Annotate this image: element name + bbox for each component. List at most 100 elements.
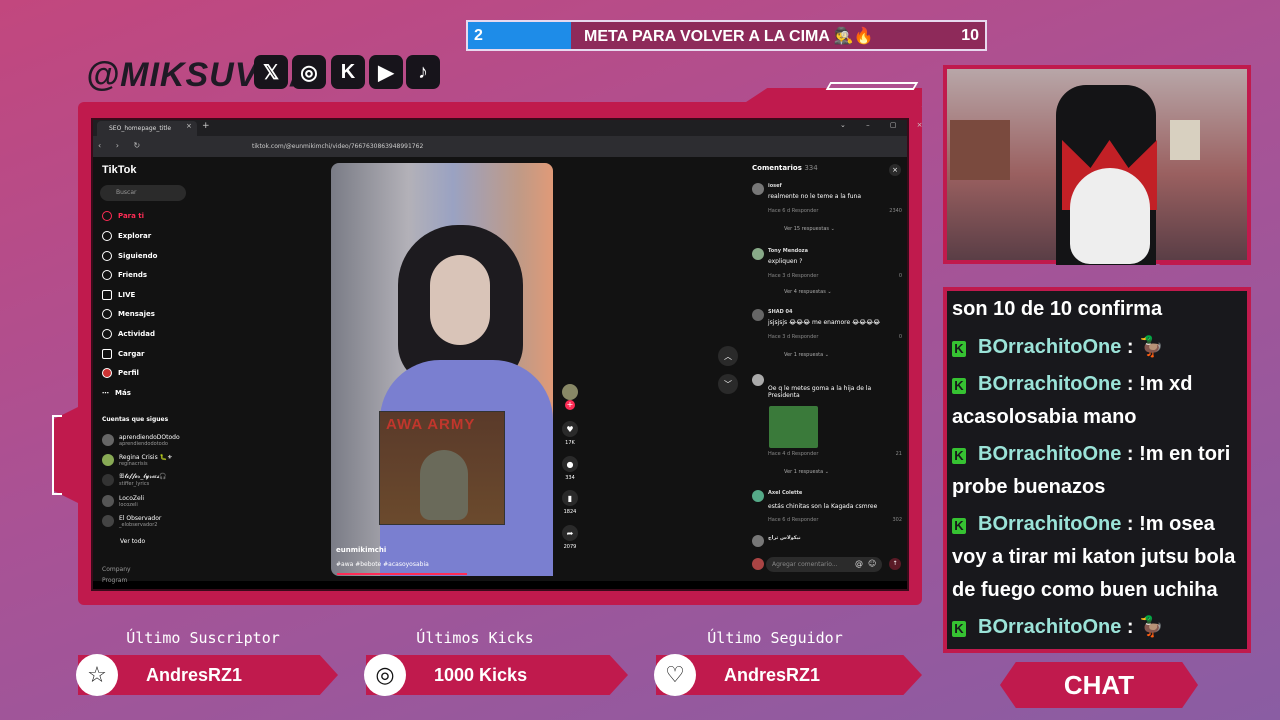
comment-item: SHAD 04 jsjsjsjs 😂😂😂 me enamore 😂😂😂😂 Hac…	[752, 309, 902, 364]
mention-icon[interactable]: @	[855, 559, 863, 568]
close-icon[interactable]: ×	[889, 164, 901, 176]
frame-deco-left-outline	[52, 415, 62, 495]
tab-close-icon[interactable]: ×	[186, 122, 192, 130]
goal-bar: 2 META PARA VOLVER A LA CIMA 🕵🔥 10	[466, 20, 987, 51]
comment-item: نيكولاس ثراج	[752, 535, 902, 549]
message-icon	[102, 309, 112, 319]
sticker-text: AWA ARMY	[386, 416, 476, 433]
window-controls[interactable]: ⌄ – ▢ ×	[840, 121, 932, 129]
avatar	[102, 495, 114, 507]
chat-label: CHAT	[1000, 662, 1198, 708]
send-icon[interactable]: ↑	[889, 558, 901, 570]
kick-badge-icon: K	[952, 341, 966, 357]
upload-icon	[102, 349, 112, 359]
live-icon	[102, 290, 112, 300]
home-icon	[102, 211, 112, 221]
following-item[interactable]: El Observador _elobservador2	[102, 511, 161, 531]
chat-message: K BOrrachitoOne : !m en tori probe buenaz…	[952, 443, 1231, 498]
avatar	[102, 434, 114, 446]
goal-target: 10	[961, 26, 979, 44]
video-progress[interactable]	[337, 573, 467, 575]
following-item[interactable]: LocoZeli locozeli	[102, 491, 144, 511]
instagram-icon: ◎	[292, 55, 326, 89]
my-avatar	[752, 558, 764, 570]
prev-video-button[interactable]: ︿	[718, 346, 738, 366]
chat-message: K BOrrachitoOne : !m osea voy a tirar mi …	[952, 513, 1236, 601]
footer-link[interactable]: Company	[102, 566, 131, 573]
widget-title: Últimos Kicks	[416, 629, 534, 647]
following-item[interactable]: Regina Crisis 🐛⚜ reginacrisis	[102, 450, 172, 470]
avatar	[752, 374, 764, 386]
kick-badge-icon: K	[952, 518, 966, 534]
tiktok-logo[interactable]: TikTok	[102, 164, 136, 176]
chat-message: K BOrrachitoOne : 🦆	[952, 611, 1242, 644]
comment-button[interactable]: ● 334	[561, 456, 579, 481]
activity-icon	[102, 329, 112, 339]
follow-plus-icon[interactable]: +	[565, 400, 575, 410]
nav-para-ti[interactable]: Para ti	[102, 209, 144, 223]
compass-icon	[102, 231, 112, 241]
video-subject-face	[430, 255, 490, 345]
kick-coin-icon: ◎	[364, 654, 406, 696]
tiktok-icon: ♪	[406, 55, 440, 89]
widget-value: 1000 Kicks	[434, 664, 528, 685]
x-icon: 𝕏	[254, 55, 288, 89]
comment-sticker-image	[769, 406, 818, 448]
emoji-icon[interactable]: ☺	[868, 559, 876, 568]
avatar	[102, 454, 114, 466]
address-bar[interactable]: tiktok.com/@eunmikimchi/video/7667630863…	[232, 140, 632, 154]
tiktok-search-input[interactable]: Buscar	[100, 185, 186, 201]
following-item[interactable]: ꕥ𝓽𝓲𝓯𝓯𝓮𝓻_𝓵𝔂𝓻𝓲𝓬𝓼🎧 stiffer_lyrics	[102, 470, 167, 490]
browser-tab[interactable]: SEO_homepage_title	[97, 121, 197, 136]
nav-mas[interactable]: ⋯ Más	[102, 386, 131, 400]
profile-avatar	[102, 368, 112, 378]
nav-mensajes[interactable]: Mensajes	[102, 307, 155, 321]
comment-input[interactable]: Agregar comentario...	[766, 557, 882, 572]
avatar	[752, 183, 764, 195]
widget-title: Último Seguidor	[707, 629, 843, 647]
nav-live[interactable]: LIVE	[102, 288, 135, 302]
youtube-icon: ▶	[369, 55, 403, 89]
avatar	[102, 474, 114, 486]
widget-value: AndresRZ1	[724, 664, 821, 685]
comment-item: Axel Colette estás chinitas son la Kagad…	[752, 490, 902, 530]
video-tags[interactable]: #awa #bebote #acasoyosabia	[336, 561, 429, 568]
save-button[interactable]: ▮ 1824	[561, 490, 579, 515]
video-author[interactable]: eunmikimchi	[336, 546, 386, 554]
nav-cargar[interactable]: Cargar	[102, 347, 145, 361]
nav-siguiendo[interactable]: Siguiendo	[102, 249, 157, 263]
browser-tabbar	[93, 120, 907, 136]
see-all-link[interactable]: Ver todo	[120, 538, 145, 545]
nav-buttons[interactable]: ‹ › ↻	[98, 141, 146, 150]
goal-current: 2	[474, 26, 483, 44]
chevron-up-icon: ︿	[724, 351, 732, 361]
heart-icon: ♡	[654, 654, 696, 696]
nav-explorar[interactable]: Explorar	[102, 229, 151, 243]
avatar	[752, 490, 764, 502]
like-button[interactable]: ♥ 17K	[561, 421, 579, 446]
avatar-character	[1070, 168, 1150, 264]
room-background	[950, 120, 1010, 180]
kick-badge-icon: K	[952, 448, 966, 464]
sticker-character	[420, 450, 468, 520]
comment-item: Tony Mendoza expliquen ? Hace 3 d Respon…	[752, 248, 902, 303]
chat-message: K BOrrachitoOne : !m xd acasolosabia mano	[952, 373, 1193, 428]
nav-friends[interactable]: Friends	[102, 268, 147, 282]
footer-link[interactable]: Program	[102, 577, 127, 584]
avatar	[752, 309, 764, 321]
kick-icon: K	[331, 55, 365, 89]
bookmark-icon: ▮	[562, 490, 578, 506]
more-icon: ⋯	[102, 389, 109, 397]
nav-perfil[interactable]: Perfil	[102, 366, 139, 380]
comment-icon: ●	[562, 456, 578, 472]
widget-title: Último Suscriptor	[126, 629, 280, 647]
share-button[interactable]: ➦ 2079	[561, 525, 579, 550]
comments-header: Comentarios 334	[752, 164, 818, 172]
chevron-down-icon: ﹀	[724, 379, 732, 389]
new-tab-icon[interactable]: +	[202, 121, 210, 131]
nav-actividad[interactable]: Actividad	[102, 327, 155, 341]
avatar	[752, 535, 764, 547]
next-video-button[interactable]: ﹀	[718, 374, 738, 394]
avatar	[102, 515, 114, 527]
following-item[interactable]: aprendiendoDOtodo aprendiendodotodo	[102, 430, 180, 450]
